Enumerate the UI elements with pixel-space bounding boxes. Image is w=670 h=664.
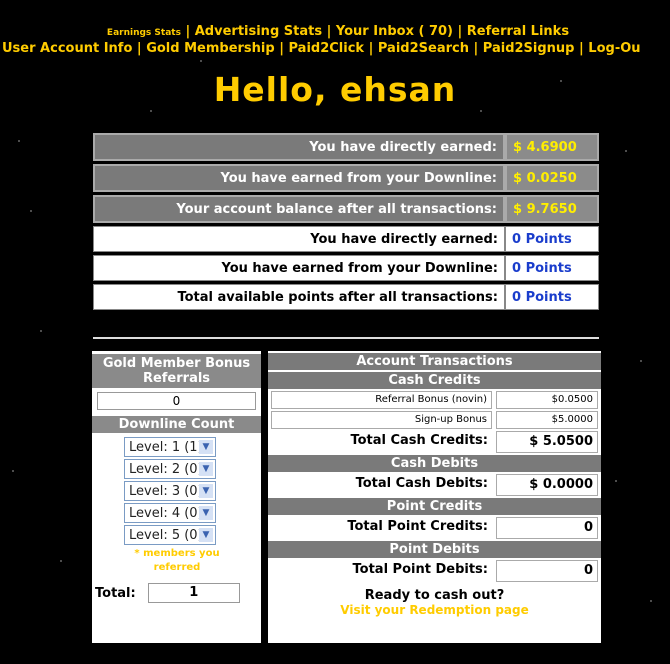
- cash-value: $ 4.6900: [505, 133, 599, 161]
- credit-row: Sign-up Bonus $5.0000: [271, 411, 598, 429]
- chevron-down-icon: ▼: [199, 528, 213, 542]
- cash-credits-heading: Cash Credits: [268, 372, 601, 389]
- credit-row: Referral Bonus (novin) $0.0500: [271, 391, 598, 409]
- nav-your-inbox[interactable]: Your Inbox ( 70): [336, 24, 453, 39]
- nav-separator: |: [279, 41, 284, 56]
- total-cash-credits-row: Total Cash Credits: $ 5.0500: [271, 431, 598, 453]
- level-select-value: Level: 1 (1): [129, 440, 203, 455]
- level-select[interactable]: Level: 3 (0) ▼: [124, 481, 216, 501]
- referral-note: * members you referred: [134, 548, 220, 573]
- level-select-value: Level: 4 (0): [129, 506, 203, 521]
- level-select-value: Level: 2 (0): [129, 462, 203, 477]
- level-list: Level: 1 (1) ▼ Level: 2 (0) ▼ Level: 3 (0)…: [92, 437, 261, 545]
- nav-referral-links[interactable]: Referral Links: [467, 24, 569, 39]
- total-cash-debits-row: Total Cash Debits: $ 0.0000: [271, 474, 598, 496]
- nav-paid2click[interactable]: Paid2Click: [289, 41, 365, 56]
- nav-log-out[interactable]: Log-Ou: [588, 41, 640, 56]
- total-value: 1: [147, 583, 240, 603]
- points-value: 0 Points: [505, 226, 599, 252]
- credit-label: Referral Bonus (novin): [271, 391, 492, 409]
- level-select-value: Level: 5 (0): [129, 528, 203, 543]
- greeting-heading: Hello, ehsan: [213, 70, 457, 109]
- referrals-panel: Gold Member Bonus Referrals 0 Downline C…: [92, 351, 261, 643]
- nav-separator: |: [136, 41, 142, 56]
- account-transactions-panel: Account Transactions Cash Credits Referr…: [268, 351, 601, 643]
- total-cash-credits-value: $ 5.0500: [496, 431, 598, 453]
- transactions-heading: Account Transactions: [268, 353, 601, 370]
- chevron-down-icon: ▼: [199, 484, 213, 498]
- nav-separator: |: [457, 24, 463, 39]
- nav-paid2search[interactable]: Paid2Search: [378, 41, 469, 56]
- level-select[interactable]: Level: 2 (0) ▼: [124, 459, 216, 479]
- level-select-value: Level: 3 (0): [129, 484, 203, 499]
- top-navigation: Earnings Stats | Advertising Stats | You…: [0, 24, 670, 56]
- points-row: Total available points after all transac…: [93, 284, 599, 310]
- points-label: You have earned from your Downline:: [93, 255, 505, 281]
- downline-heading: Downline Count: [92, 416, 261, 433]
- earnings-table: You have directly earned: $ 4.6900 You h…: [93, 130, 599, 313]
- points-label: Total available points after all transac…: [93, 284, 505, 310]
- level-select[interactable]: Level: 1 (1) ▼: [124, 437, 216, 457]
- nav-separator: |: [368, 41, 374, 56]
- cash-label: Your account balance after all transacti…: [93, 195, 505, 223]
- total-cash-credits-label: Total Cash Credits:: [350, 433, 488, 448]
- chevron-down-icon: ▼: [199, 462, 213, 476]
- nav-gold-membership[interactable]: Gold Membership: [146, 41, 274, 56]
- cash-row: You have directly earned: $ 4.6900: [93, 133, 599, 161]
- total-cash-debits-label: Total Cash Debits:: [355, 476, 488, 491]
- points-row: You have earned from your Downline: 0 Po…: [93, 255, 599, 281]
- cash-label: You have earned from your Downline:: [93, 164, 505, 192]
- gold-member-value: 0: [97, 392, 256, 410]
- level-select[interactable]: Level: 4 (0) ▼: [124, 503, 216, 523]
- nav-advertising-stats[interactable]: Advertising Stats: [195, 24, 322, 39]
- nav-earnings-stats[interactable]: Earnings Stats: [107, 28, 181, 38]
- nav-user-account-info[interactable]: User Account Info: [2, 41, 132, 56]
- credit-value: $5.0000: [496, 411, 598, 429]
- cash-row: Your account balance after all transacti…: [93, 195, 599, 223]
- cash-debits-heading: Cash Debits: [268, 455, 601, 472]
- points-value: 0 Points: [505, 284, 599, 310]
- ready-to-cash-out: Ready to cash out?: [364, 588, 505, 603]
- credit-label: Sign-up Bonus: [271, 411, 492, 429]
- nav-separator: |: [185, 24, 191, 39]
- redemption-link[interactable]: Visit your Redemption page: [268, 603, 601, 617]
- gold-member-heading: Gold Member Bonus Referrals: [92, 354, 261, 388]
- total-label: Total:: [95, 585, 136, 601]
- chevron-down-icon: ▼: [199, 440, 213, 454]
- nav-row-2: User Account Info | Gold Membership | Pa…: [0, 41, 670, 56]
- points-row: You have directly earned: 0 Points: [93, 226, 599, 252]
- cash-row: You have earned from your Downline: $ 0.…: [93, 164, 599, 192]
- total-point-credits-value: 0: [496, 517, 598, 539]
- points-label: You have directly earned:: [93, 226, 505, 252]
- total-point-debits-label: Total Point Debits:: [352, 562, 488, 577]
- point-credits-heading: Point Credits: [268, 498, 601, 515]
- total-row: Total: 1: [92, 583, 261, 603]
- points-value: 0 Points: [505, 255, 599, 281]
- chevron-down-icon: ▼: [199, 506, 213, 520]
- cash-value: $ 9.7650: [505, 195, 599, 223]
- nav-separator: |: [579, 41, 584, 56]
- point-debits-heading: Point Debits: [268, 541, 601, 558]
- cash-label: You have directly earned:: [93, 133, 505, 161]
- total-point-debits-value: 0: [496, 560, 598, 582]
- level-select[interactable]: Level: 5 (0) ▼: [124, 525, 216, 545]
- total-point-credits-label: Total Point Credits:: [347, 519, 488, 534]
- nav-row-1: Earnings Stats | Advertising Stats | You…: [0, 24, 670, 41]
- section-divider: [93, 337, 599, 339]
- nav-paid2signup[interactable]: Paid2Signup: [483, 41, 575, 56]
- total-point-credits-row: Total Point Credits: 0: [271, 517, 598, 539]
- cash-value: $ 0.0250: [505, 164, 599, 192]
- total-cash-debits-value: $ 0.0000: [496, 474, 598, 496]
- nav-separator: |: [473, 41, 479, 56]
- credit-value: $0.0500: [496, 391, 598, 409]
- nav-separator: |: [326, 24, 332, 39]
- total-point-debits-row: Total Point Debits: 0: [271, 560, 598, 582]
